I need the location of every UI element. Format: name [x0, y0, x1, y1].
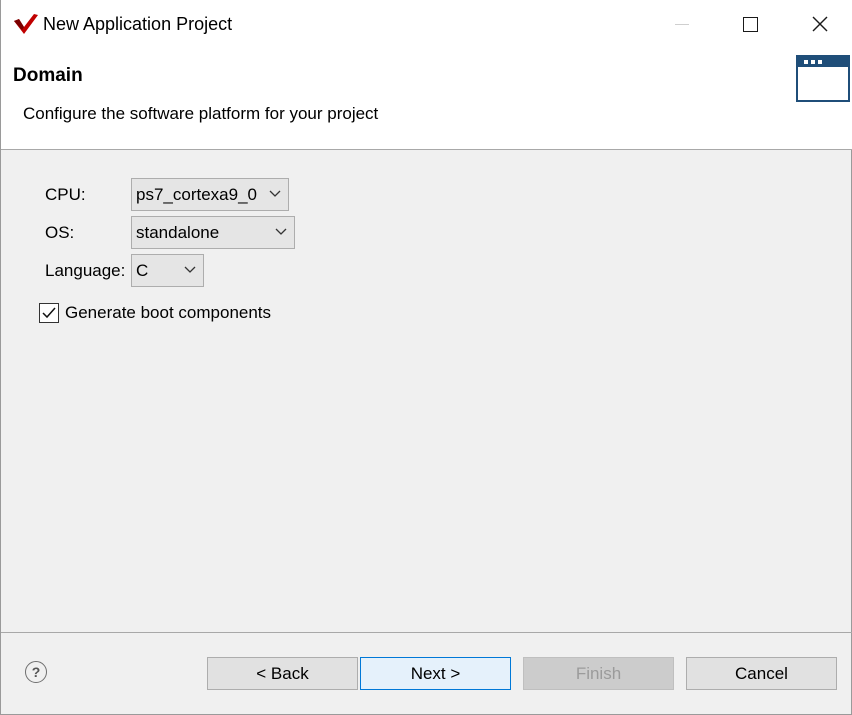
back-button[interactable]: < Back	[207, 657, 358, 690]
generate-boot-checkbox[interactable]	[39, 303, 59, 323]
help-icon[interactable]: ?	[25, 661, 47, 683]
os-dropdown[interactable]: standalone	[131, 216, 295, 249]
cancel-button[interactable]: Cancel	[686, 657, 837, 690]
page-title: Domain	[13, 65, 83, 86]
help-glyph: ?	[31, 664, 41, 680]
generate-boot-row[interactable]: Generate boot components	[39, 303, 271, 323]
window-title: New Application Project	[43, 14, 233, 34]
language-label: Language:	[45, 261, 126, 280]
minimize-button[interactable]	[647, 0, 717, 48]
footer-divider	[1, 632, 852, 633]
chevron-down-icon	[269, 190, 281, 197]
os-label: OS:	[45, 223, 75, 242]
minimize-icon	[675, 23, 689, 25]
next-button[interactable]: Next >	[360, 657, 511, 690]
finish-button[interactable]: Finish	[523, 657, 674, 690]
cpu-label: CPU:	[45, 185, 86, 204]
generate-boot-label: Generate boot components	[65, 303, 272, 322]
maximize-icon	[742, 16, 758, 32]
cpu-value: ps7_cortexa9_0	[136, 184, 257, 204]
wizard-header: Domain Configure the software platform f…	[1, 50, 852, 150]
xilinx-logo-icon	[13, 13, 39, 35]
window-icon	[796, 54, 850, 102]
maximize-button[interactable]	[715, 0, 785, 48]
language-dropdown[interactable]: C	[131, 254, 204, 287]
dialog-window: New Application Project Domain Configure…	[0, 0, 852, 715]
language-value: C	[136, 260, 149, 280]
os-value: standalone	[136, 222, 220, 242]
close-button[interactable]	[785, 0, 852, 48]
title-bar: New Application Project	[1, 0, 852, 50]
close-icon	[812, 16, 828, 32]
cpu-dropdown[interactable]: ps7_cortexa9_0	[131, 178, 289, 211]
page-description: Configure the software platform for your…	[23, 104, 379, 123]
chevron-down-icon	[184, 266, 196, 273]
chevron-down-icon	[275, 228, 287, 235]
checkmark-icon	[42, 307, 56, 319]
